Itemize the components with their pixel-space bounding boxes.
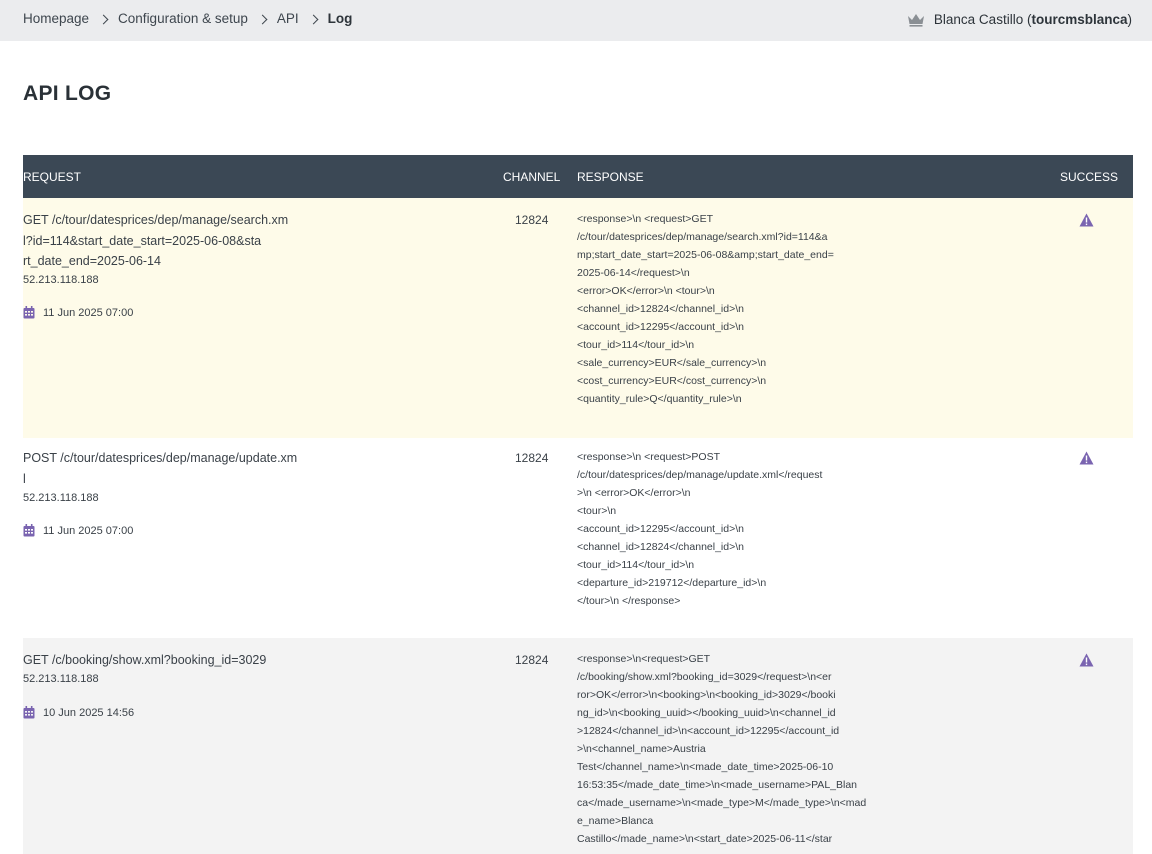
channel-id: 12824 [515,653,549,667]
top-bar: Homepage Configuration & setup API Log B… [0,0,1152,41]
api-log-table: REQUEST CHANNEL RESPONSE SUCCESS GET /c/… [23,155,1133,854]
chevron-right-icon [308,14,319,25]
response-line: <cost_currency>EUR</cost_currency>\n [577,375,767,387]
calendar-icon [23,706,35,719]
warning-icon[interactable] [1079,451,1094,465]
header-request: REQUEST [23,170,82,184]
ip-address: 52.213.118.188 [23,492,99,504]
ip-address: 52.213.118.188 [23,673,99,685]
crown-icon [907,13,924,27]
response-line: <departure_id>219712</departure_id>\n [577,577,767,589]
response-text: <response>\n<request>GET /c/booking/show… [577,650,889,848]
response-line: /c/booking/show.xml?booking_id=3029</req… [577,671,832,683]
response-line: >12824</channel_id>\n<account_id>12295</… [577,725,840,737]
table-row[interactable]: POST /c/tour/datesprices/dep/manage/upda… [23,438,1133,638]
breadcrumb-configuration[interactable]: Configuration & setup [118,11,248,26]
user-menu[interactable]: Blanca Castillo (tourcmsblanca) [907,12,1132,27]
response-line: mp;start_date_start=2025-06-08&amp;start… [577,249,834,261]
response-line: <account_id>12295</account_id>\n [577,523,744,535]
breadcrumb-current: Log [327,11,353,26]
response-line: <tour>\n [577,505,617,517]
response-line: e_name>Blanca [577,815,654,827]
response-line: 2025-06-14</request>\n [577,267,690,279]
request-line: GET /c/tour/datesprices/dep/manage/searc… [23,213,289,227]
response-line: /c/tour/datesprices/dep/manage/update.xm… [577,469,823,481]
timestamp: 11 Jun 2025 07:00 [23,524,133,537]
table-row[interactable]: GET /c/booking/show.xml?booking_id=3029 … [23,638,1133,854]
timestamp: 10 Jun 2025 14:56 [23,706,134,719]
ip-address: 52.213.118.188 [23,274,99,286]
response-line: <response>\n <request>GET [577,213,714,225]
response-line: Castillo</made_name>\n<start_date>2025-0… [577,833,833,845]
warning-icon[interactable] [1079,213,1094,227]
timestamp-text: 11 Jun 2025 07:00 [43,524,134,537]
timestamp-text: 10 Jun 2025 14:56 [43,706,135,719]
response-line: <account_id>12295</account_id>\n [577,321,744,333]
response-line: <tour_id>114</tour_id>\n [577,559,695,571]
user-close-paren: ) [1127,12,1133,27]
page-title: API LOG [23,82,112,105]
response-line: Test</channel_name>\n<made_date_time>202… [577,761,834,773]
request-line: l [23,471,26,486]
response-line: ca</made_username>\n<made_type>M</made_t… [577,797,867,809]
response-line: ng_id>\n<booking_uuid></booking_uuid>\n<… [577,707,836,719]
breadcrumb: Homepage Configuration & setup API Log [23,11,352,26]
breadcrumb-api[interactable]: API [277,11,299,26]
request-line: l?id=114&start_date_start=2025-06-08&sta [23,233,262,248]
response-line: 16:53:35</made_date_time>\n<made_usernam… [577,779,858,791]
response-line: /c/tour/datesprices/dep/manage/search.xm… [577,231,828,243]
timestamp: 11 Jun 2025 07:00 [23,306,133,319]
response-line: <response>\n<request>GET [577,653,711,665]
response-line: >\n<channel_name>Austria [577,743,706,755]
request-text: GET /c/tour/datesprices/dep/manage/searc… [23,210,303,272]
response-line: <error>OK</error>\n <tour>\n [577,285,715,297]
response-text: <response>\n <request>POST /c/tour/dates… [577,448,889,610]
calendar-icon [23,524,35,537]
channel-id: 12824 [515,213,549,227]
request-line: POST /c/tour/datesprices/dep/manage/upda… [23,451,298,465]
response-line: <channel_id>12824</channel_id>\n [577,303,744,315]
request-line: rt_date_end=2025-06-14 [23,254,161,268]
header-success: SUCCESS [1060,170,1119,184]
request-text: GET /c/booking/show.xml?booking_id=3029 [23,650,303,671]
timestamp-text: 11 Jun 2025 07:00 [43,306,134,319]
user-username: tourcmsblanca [1031,12,1128,27]
user-name: Blanca Castillo [933,12,1024,27]
table-header: REQUEST CHANNEL RESPONSE SUCCESS [23,155,1133,198]
breadcrumb-homepage[interactable]: Homepage [23,11,89,26]
request-text: POST /c/tour/datesprices/dep/manage/upda… [23,448,303,489]
response-line: ror>OK</error>\n<booking>\n<booking_id>3… [577,689,836,701]
request-line: GET /c/booking/show.xml?booking_id=3029 [23,653,267,667]
table-row[interactable]: GET /c/tour/datesprices/dep/manage/searc… [23,198,1133,438]
response-text: <response>\n <request>GET /c/tour/datesp… [577,210,889,408]
response-line: >\n <error>OK</error>\n [577,487,691,499]
warning-icon[interactable] [1079,653,1094,667]
header-channel: CHANNEL [503,170,561,184]
response-line: </tour>\n </response> [577,595,681,607]
header-response: RESPONSE [577,170,644,184]
chevron-right-icon [257,14,268,25]
response-line: <sale_currency>EUR</sale_currency>\n [577,357,767,369]
calendar-icon [23,306,35,319]
response-line: <quantity_rule>Q</quantity_rule>\n [577,393,742,405]
response-line: <channel_id>12824</channel_id>\n [577,541,744,553]
response-line: <response>\n <request>POST [577,451,721,463]
chevron-right-icon [98,14,109,25]
channel-id: 12824 [515,451,549,465]
response-line: <tour_id>114</tour_id>\n [577,339,695,351]
